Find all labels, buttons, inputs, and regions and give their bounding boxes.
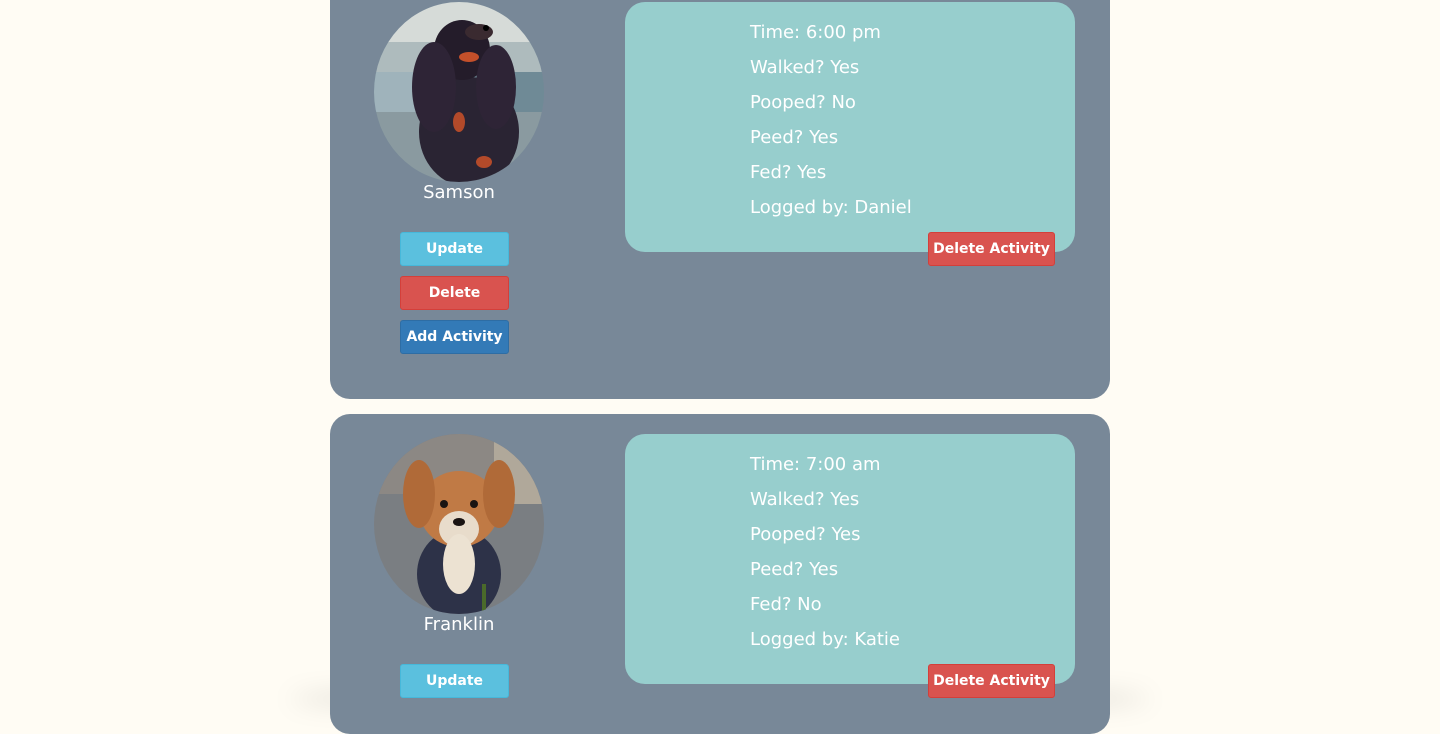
dog-name: Samson (423, 182, 495, 203)
add-activity-button[interactable]: Add Activity (400, 320, 509, 354)
activity-time: Time: 7:00 am (750, 454, 881, 475)
activity-peed: Peed? Yes (750, 127, 839, 148)
dog-avatar (374, 434, 544, 614)
dog-card: Samson Update Delete Add Activity Time: … (330, 0, 1110, 399)
activity-walked: Walked? Yes (750, 57, 860, 78)
activity-time: Time: 6:00 pm (750, 22, 881, 43)
activity-fed: Fed? Yes (750, 162, 827, 183)
activity-logged-by: Logged by: Daniel (750, 197, 912, 218)
activity-logged-by: Logged by: Katie (750, 629, 901, 650)
activity-fed: Fed? No (750, 594, 822, 615)
dog-card: Franklin Update Time: 7:00 am Walked? Ye… (330, 414, 1110, 734)
update-button[interactable]: Update (400, 232, 509, 266)
dog-name: Franklin (423, 614, 495, 635)
delete-activity-button[interactable]: Delete Activity (928, 232, 1055, 266)
dog-photo-icon (374, 434, 544, 614)
delete-button[interactable]: Delete (400, 276, 509, 310)
activity-card: Time: 7:00 am Walked? Yes Pooped? Yes Pe… (625, 434, 1075, 684)
dog-avatar (374, 2, 544, 182)
activity-pooped: Pooped? No (750, 92, 856, 113)
activity-pooped: Pooped? Yes (750, 524, 861, 545)
activity-peed: Peed? Yes (750, 559, 839, 580)
delete-activity-button[interactable]: Delete Activity (928, 664, 1055, 698)
activity-walked: Walked? Yes (750, 489, 860, 510)
activity-card: Time: 6:00 pm Walked? Yes Pooped? No Pee… (625, 2, 1075, 252)
dog-photo-icon (374, 2, 544, 182)
update-button[interactable]: Update (400, 664, 509, 698)
